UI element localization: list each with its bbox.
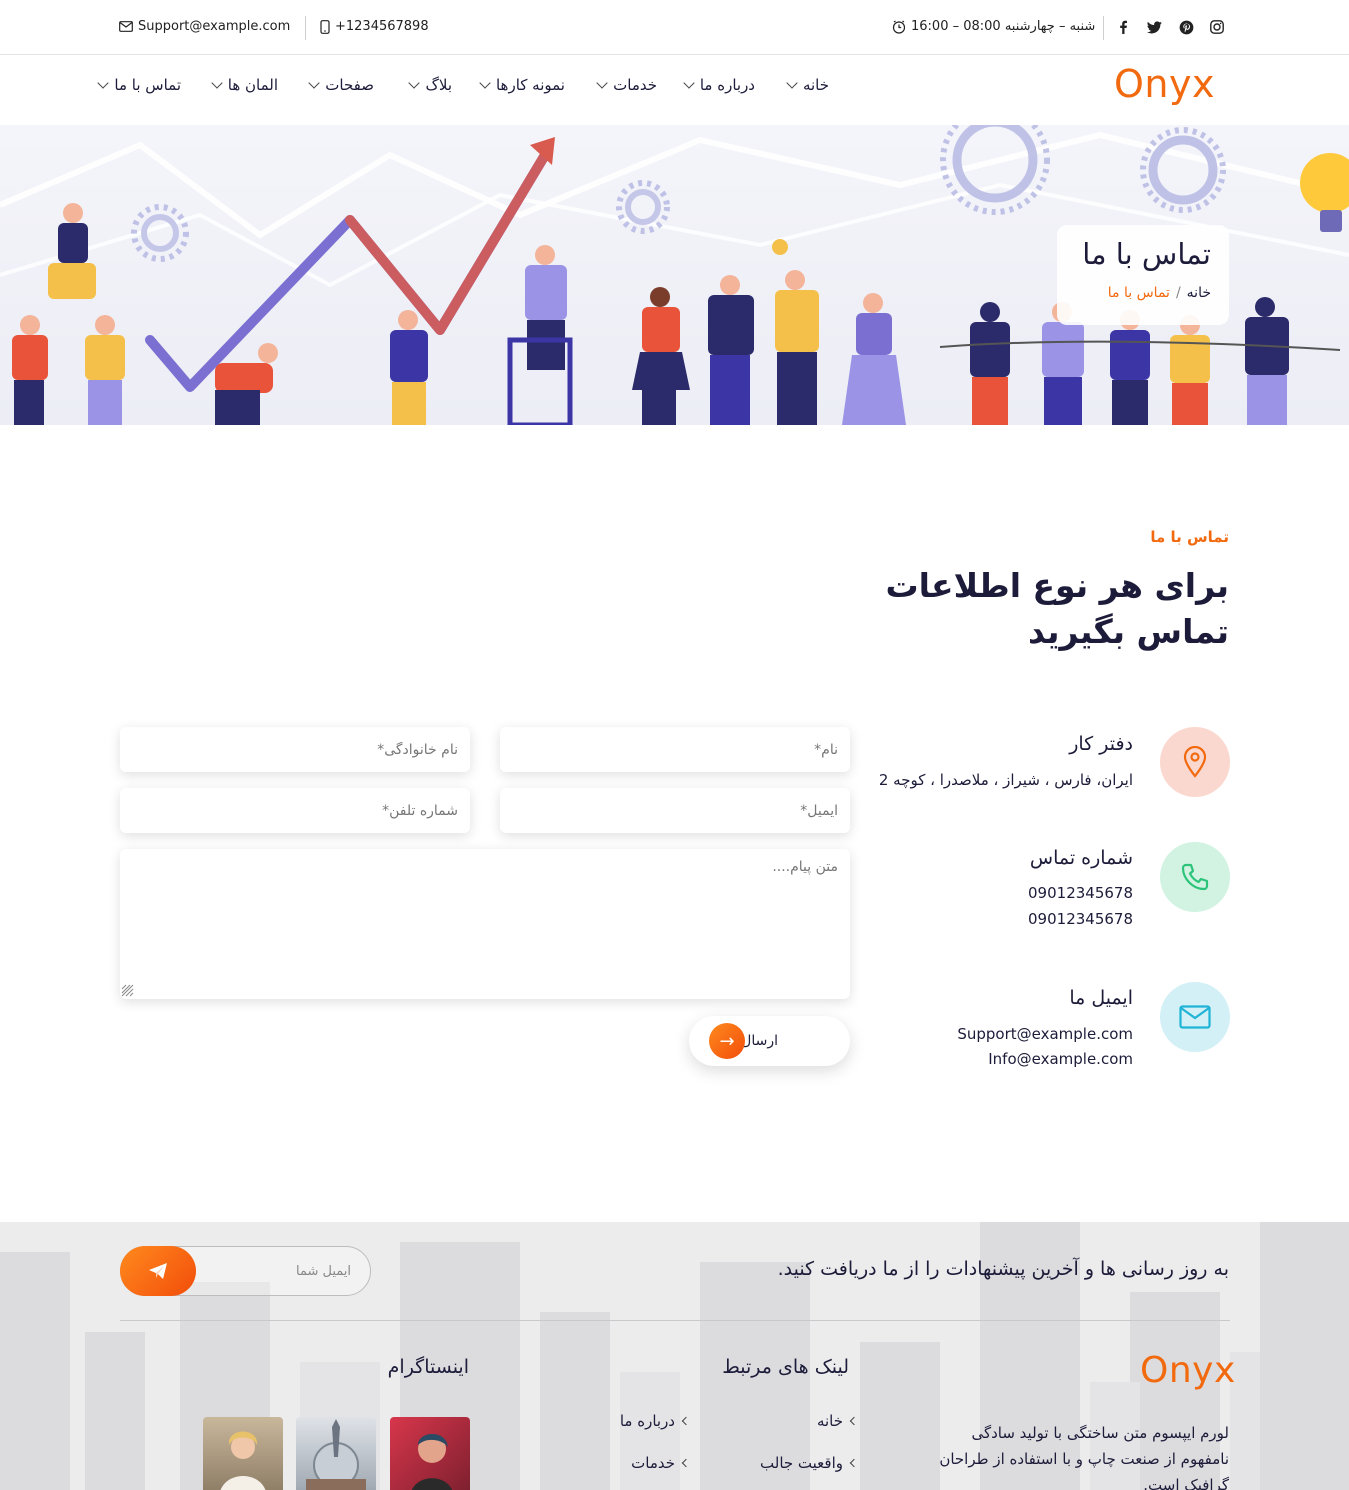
nav-label: نمونه کارها [495, 76, 565, 94]
topbar-hours-text: شنبه – چهارشنبه 08:00 – 16:00 [911, 19, 1096, 34]
chevron-right-icon [849, 1416, 859, 1426]
divider [305, 16, 306, 40]
divider [1103, 16, 1104, 40]
footer-about-text: لورم ایپسوم متن ساختگی با تولید سادگی نا… [939, 1424, 1229, 1490]
chevron-down-icon [408, 77, 421, 89]
topbar-phone[interactable]: +1234567898 [320, 19, 429, 34]
chevron-right-icon [849, 1458, 859, 1468]
breadcrumb-separator: / [1175, 285, 1181, 301]
arrow-right-icon: → [709, 1023, 745, 1059]
page-title: تماس با ما [1082, 237, 1211, 271]
logo[interactable]: Onyx [1114, 62, 1215, 106]
pinterest-icon[interactable] [1177, 18, 1195, 36]
nav-item-elements[interactable]: المان ها [211, 76, 278, 94]
chevron-down-icon [479, 77, 491, 89]
twitter-icon[interactable] [1145, 18, 1163, 36]
office-title: دفتر کار [1069, 733, 1133, 755]
location-icon [1160, 727, 1230, 797]
phone-title: شماره تماس [1029, 847, 1133, 869]
footer-link-home[interactable]: خانه [816, 1412, 859, 1430]
section-eyebrow: تماس با ما [1150, 528, 1229, 546]
instagram-photo[interactable] [203, 1417, 283, 1490]
nav-label: صفحات [325, 76, 374, 94]
instagram-icon[interactable] [1208, 18, 1226, 36]
newsletter-form [120, 1246, 371, 1296]
nav-item-about[interactable]: درباره ما [683, 76, 755, 94]
chevron-right-icon [681, 1458, 691, 1468]
nav-label: بلاگ [425, 76, 452, 94]
links-title: لینک های مرتبط [722, 1356, 849, 1378]
nav-item-home[interactable]: خانه [786, 76, 829, 94]
envelope-icon [1160, 982, 1230, 1052]
main-nav: Onyx خانه درباره ما خدمات نمونه کارها بل… [0, 55, 1349, 125]
email-address[interactable]: Info@example.com [988, 1050, 1133, 1068]
top-bar: Support@example.com +1234567898 شنبه – چ… [0, 0, 1349, 55]
newsletter-text: به روز رسانی ها و آخرین پیشنهادات را از … [777, 1258, 1229, 1280]
nav-label: تماس با ما [114, 76, 181, 94]
email-address[interactable]: Support@example.com [957, 1025, 1133, 1043]
nav-item-portfolio[interactable]: نمونه کارها [479, 76, 565, 94]
phone-icon [1160, 842, 1230, 912]
mobile-icon [320, 19, 330, 34]
send-icon [149, 1263, 167, 1279]
footer-divider [120, 1320, 1230, 1321]
footer-link-label: واقعیت جالب [760, 1454, 843, 1472]
instagram-photo[interactable] [296, 1417, 376, 1490]
email-title: ایمیل ما [1069, 987, 1133, 1009]
footer-logo[interactable]: Onyx [1140, 1350, 1236, 1391]
topbar-email-text: Support@example.com [138, 19, 291, 34]
chevron-right-icon [681, 1416, 691, 1426]
phone-field[interactable] [120, 788, 470, 833]
breadcrumb: خانه / تماس با ما [1075, 285, 1211, 301]
nav-item-services[interactable]: خدمات [596, 76, 657, 94]
nav-item-pages[interactable]: صفحات [308, 76, 374, 94]
nav-label: خانه [802, 76, 829, 94]
resize-handle-icon[interactable] [121, 984, 134, 997]
first-name-field[interactable] [500, 727, 850, 772]
topbar-phone-text: +1234567898 [335, 19, 429, 34]
chevron-down-icon [211, 77, 223, 89]
nav-label: المان ها [227, 76, 278, 94]
nav-label: درباره ما [699, 76, 755, 94]
section-heading: برای هر نوع اطلاعات تماس بگیرید [885, 566, 1229, 651]
breadcrumb-current: تماس با ما [1107, 285, 1170, 301]
newsletter-email-input[interactable] [201, 1257, 351, 1285]
chevron-down-icon [596, 77, 608, 89]
chevron-down-icon [786, 77, 798, 89]
phone-number[interactable]: 09012345678 [1028, 910, 1133, 928]
chevron-down-icon [308, 77, 320, 89]
last-name-field[interactable] [120, 727, 470, 772]
footer-link-label: درباره ما [619, 1412, 675, 1430]
facebook-icon[interactable] [1114, 18, 1132, 36]
nav-item-blog[interactable]: بلاگ [408, 76, 452, 94]
send-message-button[interactable]: ارسال پیام → [689, 1016, 850, 1066]
mail-icon [119, 21, 133, 32]
instagram-photo[interactable] [390, 1417, 470, 1490]
footer-link-about[interactable]: درباره ما [619, 1412, 691, 1430]
clock-icon [892, 20, 906, 34]
page-banner: تماس با ما خانه / تماس با ما [0, 125, 1349, 425]
newsletter-submit-button[interactable] [120, 1246, 196, 1296]
topbar-hours: شنبه – چهارشنبه 08:00 – 16:00 [892, 19, 1095, 34]
instagram-title: اینستاگرام [387, 1356, 469, 1378]
message-field[interactable] [120, 849, 850, 999]
phone-number[interactable]: 09012345678 [1028, 884, 1133, 902]
footer-link-label: خانه [816, 1412, 843, 1430]
chevron-down-icon [683, 77, 695, 89]
nav-label: خدمات [613, 76, 657, 94]
footer-link-label: خدمات [631, 1454, 675, 1472]
nav-item-contact[interactable]: تماس با ما [97, 76, 181, 94]
office-address: ایران، فارس ، شیراز ، ملاصدرا ، کوچه 2 [878, 771, 1133, 789]
topbar-email[interactable]: Support@example.com [119, 19, 290, 34]
banner-title-card: تماس با ما خانه / تماس با ما [1057, 225, 1229, 325]
footer-link-facts[interactable]: واقعیت جالب [760, 1454, 859, 1472]
email-field[interactable] [500, 788, 850, 833]
footer-link-services[interactable]: خدمات [631, 1454, 691, 1472]
chevron-down-icon [97, 77, 110, 89]
breadcrumb-home[interactable]: خانه [1187, 285, 1211, 301]
footer: به روز رسانی ها و آخرین پیشنهادات را از … [0, 1222, 1349, 1490]
